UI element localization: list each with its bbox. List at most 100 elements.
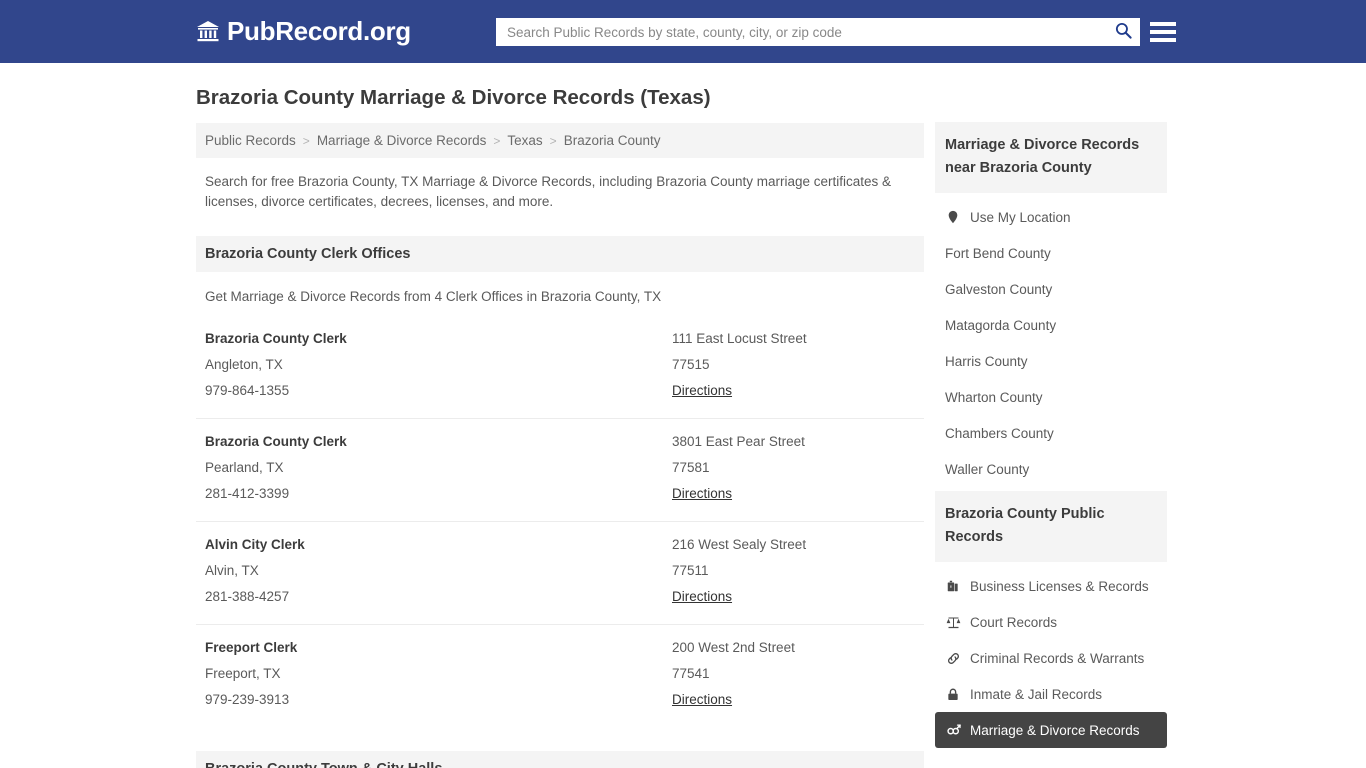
- record-name: Brazoria County Clerk: [205, 331, 347, 346]
- section-town-city-halls: Brazoria County Town & City Halls Get Ma…: [196, 751, 924, 768]
- breadcrumb-item-public-records[interactable]: Public Records: [205, 133, 296, 148]
- panel-title: Marriage & Divorce Records near Brazoria…: [945, 137, 1140, 176]
- breadcrumb-item-marriage-divorce-records[interactable]: Marriage & Divorce Records: [317, 133, 487, 148]
- record-zip: 77511: [672, 563, 709, 578]
- sidebar-item-chambers-county[interactable]: Chambers County: [935, 415, 1167, 451]
- sidebar-item-harris-county[interactable]: Harris County: [935, 343, 1167, 379]
- sidebar-item-wharton-county[interactable]: Wharton County: [935, 379, 1167, 415]
- sidebar-item-label: Waller County: [945, 461, 1030, 477]
- briefcase-icon: [945, 578, 961, 594]
- sidebar-item-label: Galveston County: [945, 281, 1053, 297]
- record-city-state: Angleton, TX: [205, 357, 283, 372]
- scales-icon: [945, 614, 961, 630]
- breadcrumb: Public Records > Marriage & Divorce Reco…: [196, 123, 924, 158]
- sidebar-item-label: Inmate & Jail Records: [970, 686, 1103, 702]
- record-city-state: Pearland, TX: [205, 460, 284, 475]
- record-city-state: Freeport, TX: [205, 666, 281, 681]
- panel-header: Marriage & Divorce Records near Brazoria…: [935, 122, 1167, 193]
- record-zip: 77581: [672, 460, 710, 475]
- record-phone: 281-388-4257: [205, 589, 290, 604]
- map-pin-icon: [945, 209, 961, 225]
- record-zip: 77541: [672, 666, 710, 681]
- record-right-column: 200 West 2nd Street 77541 Directions: [672, 635, 915, 713]
- breadcrumb-item-texas[interactable]: Texas: [507, 133, 542, 148]
- sidebar-item-galveston-county[interactable]: Galveston County: [935, 271, 1167, 307]
- record-name: Freeport Clerk: [205, 640, 298, 655]
- sidebar-item-label: Harris County: [945, 353, 1028, 369]
- panel-nearby-records: Marriage & Divorce Records near Brazoria…: [935, 122, 1167, 487]
- lock-icon: [945, 686, 961, 702]
- directions-link[interactable]: Directions: [672, 584, 732, 610]
- sidebar-item-inmate-jail-records[interactable]: Inmate & Jail Records: [935, 676, 1167, 712]
- directions-link[interactable]: Directions: [672, 481, 732, 507]
- sidebar: Marriage & Divorce Records near Brazoria…: [935, 122, 1167, 752]
- site-logo[interactable]: PubRecord.org: [196, 17, 411, 45]
- search-input[interactable]: [496, 19, 1106, 45]
- sidebar-item-court-records[interactable]: Court Records: [935, 604, 1167, 640]
- record-right-column: 111 East Locust Street 77515 Directions: [672, 326, 915, 404]
- site-logo-text: PubRecord.org: [227, 16, 411, 46]
- panel-title: Brazoria County Public Records: [945, 506, 1105, 545]
- records-list: Brazoria County Clerk Angleton, TX 979-8…: [196, 316, 924, 727]
- sidebar-item-label: Marriage & Divorce Records: [970, 722, 1140, 738]
- record-name: Alvin City Clerk: [205, 537, 305, 552]
- hamburger-bar: [1150, 22, 1176, 26]
- sidebar-item-label: Criminal Records & Warrants: [970, 650, 1145, 666]
- sidebar-item-business-licenses[interactable]: Business Licenses & Records: [935, 568, 1167, 604]
- record-street: 111 East Locust Street: [672, 331, 807, 346]
- record-city-state: Alvin, TX: [205, 563, 259, 578]
- record-phone: 979-239-3913: [205, 692, 290, 707]
- panel-public-records: Brazoria County Public Records Business …: [935, 491, 1167, 748]
- sidebar-item-label: Matagorda County: [945, 317, 1057, 333]
- table-row: Freeport Clerk Freeport, TX 979-239-3913…: [196, 624, 924, 727]
- sidebar-item-waller-county[interactable]: Waller County: [935, 451, 1167, 487]
- page-title: Brazoria County Marriage & Divorce Recor…: [196, 86, 711, 109]
- record-left-column: Brazoria County Clerk Angleton, TX 979-8…: [205, 326, 672, 404]
- section-title: Brazoria County Town & City Halls: [205, 761, 442, 768]
- section-clerk-offices: Brazoria County Clerk Offices Get Marria…: [196, 236, 924, 727]
- page-description: Search for free Brazoria County, TX Marr…: [205, 174, 892, 209]
- record-right-column: 216 West Sealy Street 77511 Directions: [672, 532, 915, 610]
- breadcrumb-item-current: Brazoria County: [563, 133, 661, 148]
- breadcrumb-separator-icon: >: [302, 133, 310, 148]
- record-left-column: Freeport Clerk Freeport, TX 979-239-3913: [205, 635, 672, 713]
- hamburger-menu-icon[interactable]: [1150, 18, 1176, 46]
- table-row: Alvin City Clerk Alvin, TX 281-388-4257 …: [196, 521, 924, 624]
- sidebar-item-fort-bend-county[interactable]: Fort Bend County: [935, 235, 1167, 271]
- record-zip: 77515: [672, 357, 710, 372]
- panel-list: Business Licenses & Records Court Record…: [935, 562, 1167, 748]
- search-icon: [1114, 21, 1133, 43]
- breadcrumb-separator-icon: >: [549, 133, 557, 148]
- section-title: Brazoria County Clerk Offices: [205, 246, 411, 262]
- record-street: 216 West Sealy Street: [672, 537, 807, 552]
- sidebar-item-marriage-divorce-records[interactable]: Marriage & Divorce Records: [935, 712, 1167, 748]
- record-name: Brazoria County Clerk: [205, 434, 347, 449]
- directions-link[interactable]: Directions: [672, 378, 732, 404]
- record-street: 200 West 2nd Street: [672, 640, 795, 655]
- record-left-column: Alvin City Clerk Alvin, TX 281-388-4257: [205, 532, 672, 610]
- panel-header: Brazoria County Public Records: [935, 491, 1167, 562]
- section-header: Brazoria County Clerk Offices: [196, 236, 924, 272]
- sidebar-item-use-my-location[interactable]: Use My Location: [935, 199, 1167, 235]
- hamburger-bar: [1150, 30, 1176, 34]
- sidebar-item-matagorda-county[interactable]: Matagorda County: [935, 307, 1167, 343]
- site-header: PubRecord.org: [0, 0, 1366, 63]
- record-left-column: Brazoria County Clerk Pearland, TX 281-4…: [205, 429, 672, 507]
- search-bar: [496, 18, 1140, 46]
- hamburger-bar: [1150, 38, 1176, 42]
- panel-list: Use My Location Fort Bend County Galvest…: [935, 193, 1167, 487]
- sidebar-item-label: Wharton County: [945, 389, 1043, 405]
- record-phone: 281-412-3399: [205, 486, 290, 501]
- sidebar-item-label: Use My Location: [970, 209, 1071, 225]
- record-street: 3801 East Pear Street: [672, 434, 805, 449]
- sidebar-item-label: Court Records: [970, 614, 1058, 630]
- search-button[interactable]: [1106, 18, 1140, 46]
- bank-building-icon: [196, 19, 220, 43]
- sidebar-item-label: Business Licenses & Records: [970, 578, 1149, 594]
- record-phone: 979-864-1355: [205, 383, 290, 398]
- directions-link[interactable]: Directions: [672, 687, 732, 713]
- sidebar-item-label: Fort Bend County: [945, 245, 1051, 261]
- record-right-column: 3801 East Pear Street 77581 Directions: [672, 429, 915, 507]
- gender-symbols-icon: [945, 722, 961, 738]
- sidebar-item-criminal-records[interactable]: Criminal Records & Warrants: [935, 640, 1167, 676]
